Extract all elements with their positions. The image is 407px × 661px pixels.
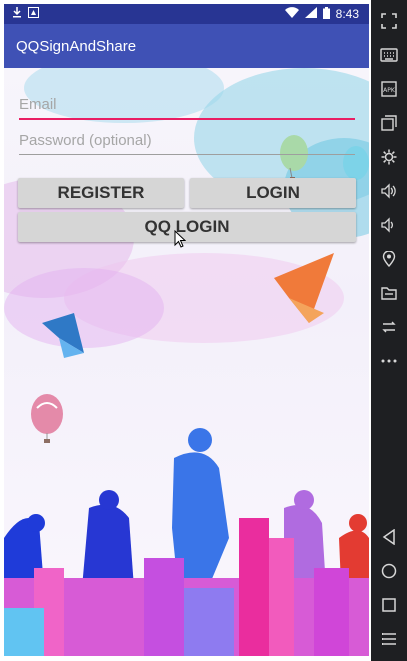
settings-icon[interactable] [371, 142, 407, 172]
folder-icon[interactable] [371, 278, 407, 308]
menu-icon[interactable] [371, 624, 407, 654]
apk-icon[interactable]: APK [371, 74, 407, 104]
status-time: 8:43 [335, 7, 359, 21]
emulator-toolbar: APK [371, 0, 407, 661]
download-icon [12, 7, 22, 21]
window-icon[interactable] [371, 108, 407, 138]
login-content: REGISTER LOGIN QQ LOGIN [4, 68, 369, 656]
qq-login-button[interactable]: QQ LOGIN [18, 212, 356, 242]
recents-icon[interactable] [371, 590, 407, 620]
volume-down-icon[interactable] [371, 210, 407, 240]
signal-icon [304, 7, 317, 21]
password-field[interactable] [19, 126, 355, 155]
email-field[interactable] [19, 90, 355, 120]
emulator-window: 8:43 QQSignAndShare Email REGISTER LOGIN… [0, 0, 407, 661]
app-title: QQSignAndShare [16, 37, 137, 55]
register-button[interactable]: REGISTER [18, 178, 184, 208]
app-bar: QQSignAndShare [4, 24, 369, 68]
notification-icon [28, 7, 39, 21]
background-illustration [4, 68, 369, 656]
login-button[interactable]: LOGIN [190, 178, 356, 208]
rotate-icon[interactable] [371, 312, 407, 342]
more-icon[interactable] [371, 346, 407, 376]
svg-text:APK: APK [383, 87, 396, 94]
location-icon[interactable] [371, 244, 407, 274]
device-screen: 8:43 QQSignAndShare Email REGISTER LOGIN… [4, 4, 369, 656]
volume-up-icon[interactable] [371, 176, 407, 206]
mouse-cursor-icon [174, 230, 186, 248]
back-icon[interactable] [371, 522, 407, 552]
fullscreen-icon[interactable] [371, 6, 407, 36]
home-icon[interactable] [371, 556, 407, 586]
status-bar: 8:43 [4, 4, 369, 24]
keyboard-icon[interactable] [371, 40, 407, 70]
battery-icon [322, 6, 330, 22]
wifi-icon [284, 7, 299, 21]
hot-air-balloon-left [31, 394, 63, 443]
